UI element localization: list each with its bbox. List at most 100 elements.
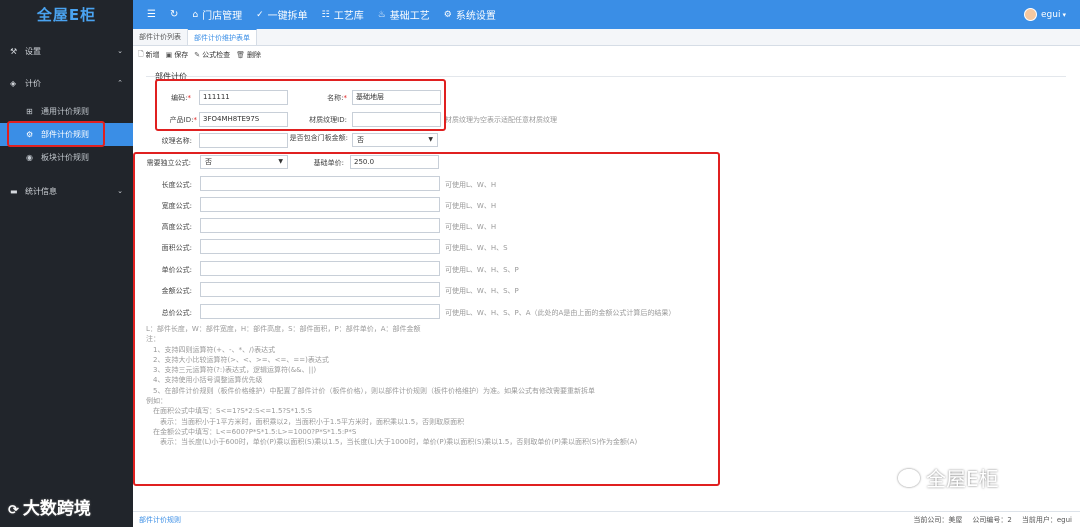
length-formula-label: 长度公式: [161, 181, 192, 189]
top-navbar: ☰ ↻ ⌂ 门店管理 ✓ 一键拆单 ☷ 工艺库 ♨ 基础工艺 ⚙ 系统设置 egui ▾ [133, 0, 1080, 29]
nav-process-library[interactable]: ☷ 工艺库 [321, 7, 364, 23]
amount-formula-label: 金额公式: [161, 287, 192, 295]
sidebar-item-board-pricing[interactable]: ◉ 板块计价规则 [0, 146, 133, 169]
door-amount-label: 是否包含门板金额: [289, 134, 348, 142]
area-formula-hint: 可使用L、W、H、S [445, 244, 508, 252]
new-button[interactable]: 🗋 新增 [138, 50, 160, 61]
toolbar: 🗋 新增 ▣ 保存 ✎ 公式检查 🗑 删除 [133, 47, 1080, 63]
watermark-text: 大数跨境 [22, 499, 91, 519]
height-formula-field[interactable] [200, 218, 440, 233]
play-circle-icon: ◉ [26, 153, 33, 162]
chevron-up-icon: ⌃ [117, 79, 123, 87]
caret-down-icon: ▾ [1062, 10, 1066, 19]
formula-check-button[interactable]: ✎ 公式检查 [194, 50, 230, 60]
save-button[interactable]: ▣ 保存 [166, 50, 189, 60]
menu-toggle-icon[interactable]: ☰ [147, 9, 156, 20]
nav-basic-process[interactable]: ♨ 基础工艺 [377, 7, 430, 23]
current-company: 当前公司：美屋 [913, 515, 963, 524]
area-formula-label: 面积公式: [161, 244, 192, 252]
note-line: 表示：当长度(L)小于600时，单价(P)乘以面积(S)乘以1.5，当长度(L)… [146, 438, 638, 447]
independent-formula-label: 需要独立公式: [146, 159, 191, 167]
note-line: 注： [146, 335, 160, 344]
fieldset-border [146, 76, 1066, 77]
texture-hint: 材质纹理为空表示适配任意材质纹理 [445, 116, 557, 124]
current-user: 当前用户：egui [1021, 515, 1072, 524]
tab-part-price-list[interactable]: 部件计价列表 [133, 29, 188, 45]
sidebar-item-label: 板块计价规则 [41, 153, 89, 162]
user-menu[interactable]: egui ▾ [1024, 8, 1066, 21]
status-bar: 部件计价规则 当前公司：美屋 公司编号：2 当前用户：egui [133, 511, 1080, 527]
sidebar-group-label: 统计信息 [25, 186, 57, 196]
door-amount-select[interactable]: 否 ▼ [352, 133, 438, 147]
amount-formula-field[interactable] [200, 282, 440, 297]
avatar [1024, 8, 1038, 21]
note-line: 例如： [146, 397, 167, 406]
width-formula-field[interactable] [200, 197, 440, 212]
breadcrumb[interactable]: 部件计价规则 [139, 515, 181, 525]
nav-system-settings[interactable]: ⚙ 系统设置 [443, 7, 496, 23]
list-icon: ☷ [321, 9, 330, 20]
sidebar-group-settings[interactable]: ⚒ 设置 ⌄ [0, 35, 133, 67]
base-price-label: 基础单价: [313, 159, 344, 167]
note-line: L：部件长度，W：部件宽度，H：部件高度，S：部件面积，P：部件单价，A：部件金… [146, 325, 421, 333]
file-icon: 🗋 [138, 49, 144, 58]
status-info: 当前公司：美屋 公司编号：2 当前用户：egui [913, 515, 1072, 525]
note-line: 5、在部件计价规则（板件价格维护）中配置了部件计价（板件价格），则以部件计价规则… [146, 386, 595, 395]
total-formula-label: 总价公式: [161, 309, 192, 317]
button-label: 公式检查 [202, 51, 231, 59]
company-number: 公司编号：2 [972, 515, 1012, 524]
note-line: 4、支持使用小括号调整运算优先级 [146, 376, 263, 385]
gear-icon: ⚙ [443, 9, 452, 20]
delete-button[interactable]: 🗑 删除 [236, 50, 261, 60]
watermark-logo-icon: ⟳ [8, 503, 19, 518]
trash-icon: 🗑 [236, 51, 246, 59]
button-label: 保存 [174, 51, 189, 59]
unit-price-formula-hint: 可使用L、W、H、S、P [445, 266, 519, 274]
sidebar: 全屋E柜 ⚒ 设置 ⌄ ◈ 计价 ⌃ ⊞ 通用计价规则 ⚙ 部件计价规则 ◉ 板… [0, 0, 133, 527]
note-line: 在面积公式中填写：S<=1?S*2:S<=1.5?S*1.5:S [146, 407, 312, 416]
caret-down-icon: ▼ [278, 158, 283, 165]
home-icon: ⌂ [192, 9, 199, 20]
tab-part-price-form[interactable]: 部件计价维护表单 [188, 29, 257, 45]
independent-formula-select[interactable]: 否 ▼ [200, 155, 288, 169]
highlight-box [7, 121, 105, 147]
chevron-down-icon: ⌄ [117, 47, 123, 55]
sidebar-group-stats[interactable]: ▬ 统计信息 ⌄ [0, 175, 133, 207]
unit-price-formula-field[interactable] [200, 261, 440, 276]
app-logo: 全屋E柜 [36, 6, 97, 24]
note-line: 1、支持四则运算符(+、-、*、/)表达式 [146, 345, 276, 354]
note-line: 表示：当面积小于1平方米时，面积乘以2，当面积小于1.5平方米时，面积乘以1.5… [146, 417, 465, 426]
refresh-icon[interactable]: ↻ [170, 9, 178, 20]
wechat-icon [898, 468, 920, 487]
chart-icon: ▬ [10, 186, 18, 196]
nav-label: 工艺库 [333, 11, 364, 22]
select-value: 否 [205, 158, 212, 166]
texture-name-field[interactable] [199, 133, 288, 148]
note-line: 3、支持三元运算符(?:)表达式，逻辑运算符(&&、||) [146, 366, 317, 375]
nav-store-management[interactable]: ⌂ 门店管理 [192, 7, 243, 23]
sidebar-group-pricing[interactable]: ◈ 计价 ⌃ [0, 67, 133, 99]
length-formula-field[interactable] [200, 176, 440, 191]
area-formula-field[interactable] [200, 239, 440, 254]
highlight-box [155, 79, 446, 131]
tab-bar: 部件计价列表 部件计价维护表单 [133, 29, 1080, 46]
button-label: 新增 [145, 51, 160, 59]
formula-notes: L：部件长度，W：部件宽度，H：部件高度，S：部件面积，P：部件单价，A：部件金… [146, 324, 637, 448]
unit-price-formula-label: 单价公式: [161, 266, 192, 274]
note-line: 2、支持大小比较运算符(>、<、>=、<=、==)表达式 [146, 355, 329, 364]
nav-label: 门店管理 [202, 11, 243, 22]
sidebar-item-general-pricing[interactable]: ⊞ 通用计价规则 [0, 100, 133, 123]
palette-icon: ♨ [377, 9, 386, 20]
select-value: 否 [357, 136, 364, 144]
length-formula-hint: 可使用L、W、H [445, 181, 497, 189]
texture-name-label: 纹理名称: [161, 137, 192, 145]
total-formula-field[interactable] [200, 304, 440, 319]
nav-one-click-split[interactable]: ✓ 一键拆单 [256, 7, 308, 23]
sidebar-group-label: 计价 [25, 78, 41, 88]
chevron-down-icon: ⌄ [117, 187, 123, 195]
amount-formula-hint: 可使用L、W、H、S、P [445, 287, 519, 295]
width-formula-label: 宽度公式: [161, 202, 192, 210]
base-price-field[interactable]: 250.0 [350, 155, 439, 169]
total-formula-hint: 可使用L、W、H、S、P、A（此处的A是由上面的金额公式计算后的结果） [445, 309, 676, 317]
button-label: 删除 [247, 51, 262, 59]
